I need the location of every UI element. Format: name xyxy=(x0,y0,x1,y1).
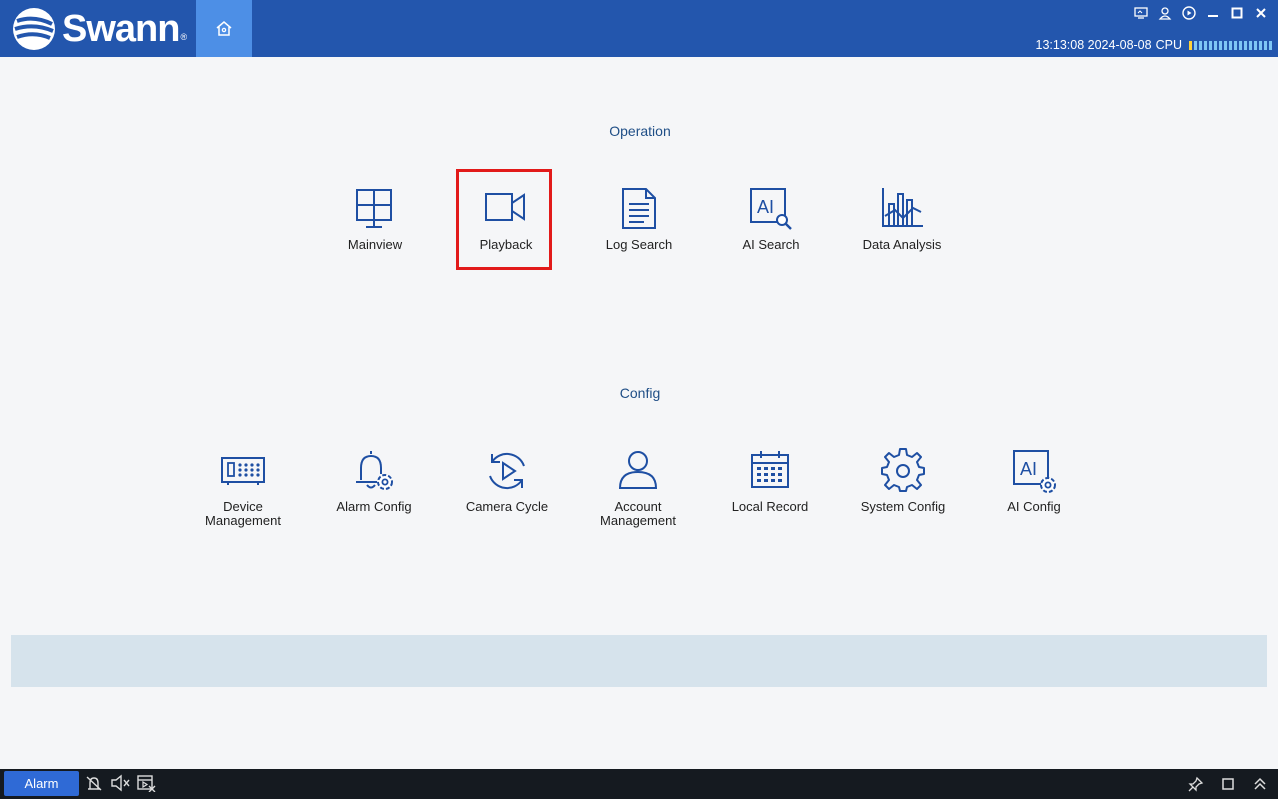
close-icon[interactable] xyxy=(1252,4,1270,22)
maximize-icon[interactable] xyxy=(1228,4,1246,22)
tile-label: Account Management xyxy=(600,499,676,528)
tile-label: Camera Cycle xyxy=(465,499,549,514)
brand-logo: Swann ® xyxy=(12,6,187,52)
pin-icon[interactable] xyxy=(1186,774,1206,794)
screen-icon[interactable] xyxy=(1132,4,1150,22)
bar-chart-icon xyxy=(882,188,923,227)
bell-gear-icon xyxy=(356,451,393,490)
tile-label: Local Record xyxy=(731,499,809,514)
user-icon[interactable] xyxy=(1156,4,1174,22)
ai-search-icon: AI xyxy=(750,188,792,230)
collapse-up-icon[interactable] xyxy=(1250,774,1270,794)
tile-device-management[interactable]: Device Management xyxy=(188,448,298,528)
brand-registered-mark: ® xyxy=(180,32,188,42)
tile-label: Mainview xyxy=(347,237,403,252)
tile-account-management[interactable]: Account Management xyxy=(583,448,693,528)
tile-ai-config[interactable]: AI AI Config xyxy=(979,448,1089,514)
user-account-icon xyxy=(618,451,658,489)
bottom-left-icons xyxy=(84,773,156,793)
calendar-icon xyxy=(751,451,789,488)
tile-label: Alarm Config xyxy=(336,499,412,514)
video-camera-icon xyxy=(485,193,525,221)
dvr-device-icon xyxy=(221,457,265,485)
cycle-play-icon xyxy=(489,452,525,490)
tile-label: Device Management xyxy=(205,499,281,528)
tile-local-record[interactable]: Local Record xyxy=(715,448,825,514)
tile-label: System Config xyxy=(860,499,946,514)
swann-logo-icon xyxy=(13,8,55,50)
tile-log-search[interactable]: Log Search xyxy=(584,186,694,252)
tile-label: AI Search xyxy=(742,237,800,252)
status-readout: 13:13:08 2024-08-08 CPU xyxy=(1036,38,1272,52)
bottom-right-icons xyxy=(1186,774,1270,794)
tile-label: AI Config xyxy=(1007,499,1061,514)
grid-monitor-icon xyxy=(356,189,392,228)
top-header: Swann ® 13:13:08 2024-08-08 CPU xyxy=(0,0,1278,57)
cpu-meter xyxy=(1189,40,1272,50)
svg-text:AI: AI xyxy=(757,197,774,217)
media-icon[interactable] xyxy=(1180,4,1198,22)
bottom-toolbar: Alarm xyxy=(0,769,1278,799)
status-time: 13:13:08 2024-08-08 xyxy=(1035,38,1152,52)
gear-icon xyxy=(881,448,925,492)
tile-playback[interactable]: Playback xyxy=(451,186,561,252)
tile-label: Log Search xyxy=(605,237,673,252)
tile-alarm-config[interactable]: Alarm Config xyxy=(319,448,429,514)
info-band xyxy=(11,635,1267,687)
video-off-icon[interactable] xyxy=(136,773,156,793)
brand-name: Swann xyxy=(62,7,180,50)
config-section-title: Config xyxy=(619,385,661,401)
home-tab[interactable] xyxy=(196,0,252,57)
tile-camera-cycle[interactable]: Camera Cycle xyxy=(452,448,562,514)
tile-data-analysis[interactable]: Data Analysis xyxy=(847,186,957,252)
alarm-button[interactable]: Alarm xyxy=(4,771,79,796)
window-controls xyxy=(1132,4,1270,22)
minimize-icon[interactable] xyxy=(1204,4,1222,22)
tile-ai-search[interactable]: AI AI Search xyxy=(716,186,826,252)
document-icon xyxy=(622,188,656,229)
ai-gear-icon: AI xyxy=(1013,450,1056,493)
tile-system-config[interactable]: System Config xyxy=(848,448,958,514)
operation-section-title: Operation xyxy=(609,123,671,139)
svg-text:AI: AI xyxy=(1020,459,1037,479)
tile-mainview[interactable]: Mainview xyxy=(320,186,430,252)
home-icon xyxy=(216,20,232,36)
tile-label: Playback xyxy=(479,237,533,252)
cpu-label: CPU xyxy=(1155,38,1182,52)
alarm-off-icon[interactable] xyxy=(84,773,104,793)
restore-icon[interactable] xyxy=(1218,774,1238,794)
tile-label: Data Analysis xyxy=(862,237,942,252)
mute-icon[interactable] xyxy=(110,773,130,793)
